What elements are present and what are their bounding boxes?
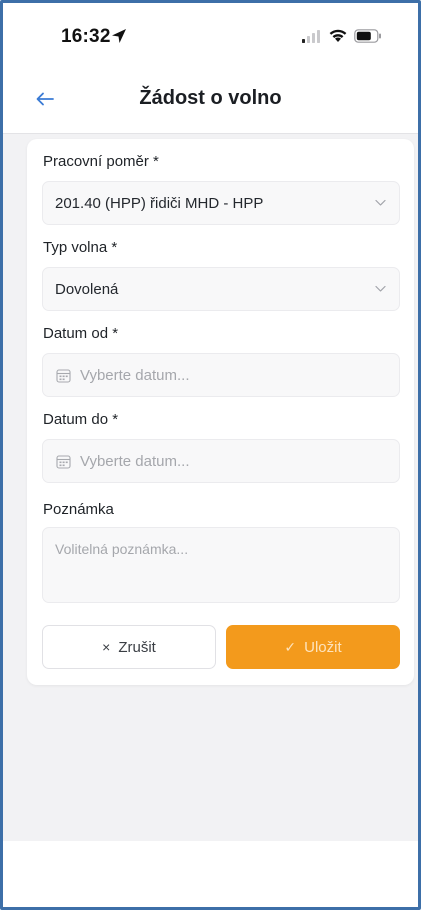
date-to-placeholder: Vyberte datum...: [80, 453, 190, 470]
employment-value: 201.40 (HPP) řidiči MHD - HPP: [55, 195, 264, 212]
location-arrow-icon: [112, 29, 126, 43]
cancel-button[interactable]: × Zrušit: [42, 625, 216, 669]
leave-type-select[interactable]: Dovolená: [42, 267, 400, 311]
date-to-label: Datum do *: [43, 411, 119, 428]
leave-type-label: Typ volna *: [43, 239, 118, 256]
employment-label: Pracovní poměr *: [43, 153, 159, 170]
status-time: 16:32: [61, 26, 111, 47]
cellular-signal-icon: [302, 29, 320, 43]
date-from-placeholder: Vyberte datum...: [80, 367, 190, 384]
calendar-icon: [56, 369, 71, 383]
wifi-icon: [329, 29, 347, 42]
save-button-label: Uložit: [304, 638, 342, 656]
cancel-button-label: Zrušit: [118, 638, 156, 656]
chevron-down-icon: [375, 199, 386, 206]
battery-icon: [354, 28, 381, 43]
save-button[interactable]: ✓ Uložit: [226, 625, 400, 669]
leave-type-value: Dovolená: [55, 281, 119, 298]
leave-request-form: Pracovní poměr * 201.40 (HPP) řidiči MHD…: [27, 139, 414, 685]
status-icons: [302, 28, 382, 43]
employment-select[interactable]: 201.40 (HPP) řidiči MHD - HPP: [42, 181, 400, 225]
calendar-icon: [56, 455, 71, 469]
note-textarea[interactable]: Volitelná poznámka...: [42, 527, 400, 603]
navigation-bar: Žádost o volno: [3, 65, 418, 134]
note-placeholder: Volitelná poznámka...: [55, 541, 189, 557]
date-from-label: Datum od *: [43, 325, 119, 342]
note-label: Poznámka: [43, 501, 114, 518]
date-from-input[interactable]: Vyberte datum...: [42, 353, 400, 397]
close-icon: ×: [102, 639, 111, 655]
bottom-bar: [3, 841, 418, 907]
date-to-input[interactable]: Vyberte datum...: [42, 439, 400, 483]
page-title: Žádost o volno: [139, 87, 282, 109]
chevron-down-icon: [375, 285, 386, 292]
check-icon: ✓: [284, 638, 297, 655]
status-bar: 16:32: [3, 3, 418, 65]
app-window: 16:32 Žádost o volno Pracovní poměr * 20…: [0, 0, 421, 910]
